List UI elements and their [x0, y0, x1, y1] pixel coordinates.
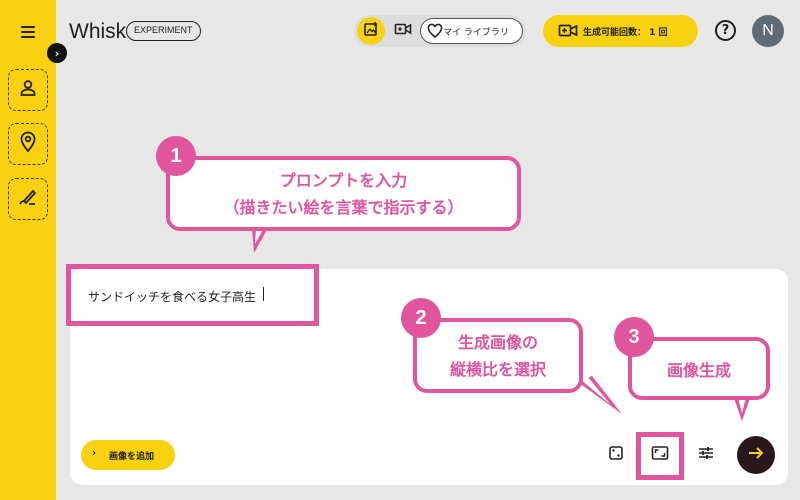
- callout-prompt: プロンプトを入力 （描きたい絵を言葉で指示する）: [166, 156, 521, 231]
- step-badge-3: 3: [614, 317, 654, 357]
- step-badge-1: 1: [156, 136, 196, 176]
- step-badge-2: 2: [401, 298, 441, 338]
- callout-aspect-line-2: 縦横比を選択: [449, 359, 546, 379]
- callout-aspect-ratio: 生成画像の 縦横比を選択: [413, 318, 583, 393]
- callout-generate-line-1: 画像生成: [666, 360, 731, 380]
- callout-prompt-line-1: プロンプトを入力: [279, 170, 408, 190]
- callout-prompt-line-2: （描きたい絵を言葉で指示する）: [223, 197, 464, 217]
- callout-tails: [252, 228, 750, 421]
- callout-aspect-line-1: 生成画像の: [457, 332, 538, 352]
- expand-sidebar-button[interactable]: ›: [47, 43, 67, 63]
